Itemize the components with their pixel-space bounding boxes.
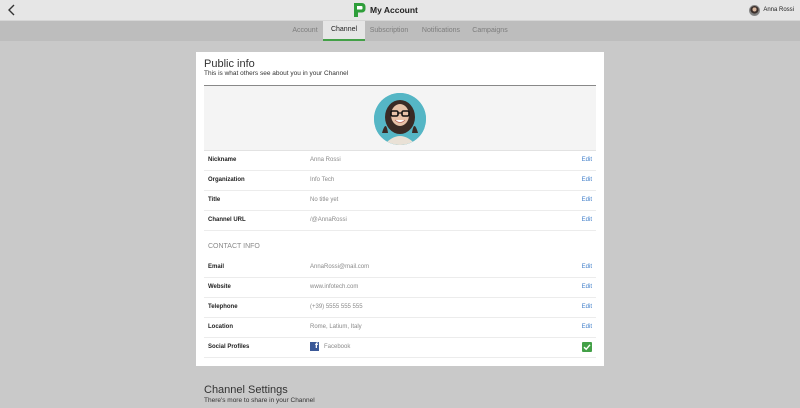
edit-nickname-link[interactable]: Edit: [582, 157, 592, 163]
field-row-social-profiles: Social Profiles f Facebook: [204, 337, 596, 358]
app-brand: My Account: [352, 2, 418, 18]
field-label: Nickname: [208, 157, 237, 163]
field-row-nickname: Nickname Anna Rossi Edit: [204, 150, 596, 171]
tab-bar: Account Channel Subscription Notificatio…: [0, 21, 800, 41]
field-value: Anna Rossi: [310, 157, 341, 163]
edit-telephone-link[interactable]: Edit: [582, 304, 592, 310]
field-row-location: Location Rome, Latium, Italy Edit: [204, 317, 596, 338]
field-row-website: Website www.infotech.com Edit: [204, 277, 596, 298]
edit-location-link[interactable]: Edit: [582, 324, 592, 330]
social-profile-facebook[interactable]: f Facebook: [310, 342, 350, 351]
field-value: Info Tech: [310, 177, 335, 183]
field-value: Rome, Latium, Italy: [310, 324, 362, 330]
field-label: Channel URL: [208, 217, 246, 223]
tab-subscription[interactable]: Subscription: [366, 21, 412, 41]
profile-photo-area: [204, 86, 596, 151]
page-title: My Account: [370, 5, 418, 15]
avatar: [749, 4, 761, 16]
tab-account[interactable]: Account: [286, 21, 324, 41]
user-name: Anna Rossi: [763, 7, 794, 13]
edit-channel-url-link[interactable]: Edit: [582, 217, 592, 223]
field-row-channel-url: Channel URL /@AnnaRossi Edit: [204, 210, 596, 231]
edit-organization-link[interactable]: Edit: [582, 177, 592, 183]
social-enabled-checkbox[interactable]: [582, 342, 592, 352]
facebook-icon: f: [310, 342, 319, 351]
field-label: Telephone: [208, 304, 238, 310]
public-info-card: Public info This is what others see abou…: [196, 52, 604, 366]
section-subtitle: This is what others see about you in you…: [204, 70, 349, 77]
edit-email-link[interactable]: Edit: [582, 264, 592, 270]
field-label: Organization: [208, 177, 245, 183]
field-row-title: Title No title yet Edit: [204, 190, 596, 211]
checkmark-icon: [583, 344, 591, 351]
edit-website-link[interactable]: Edit: [582, 284, 592, 290]
field-value: No title yet: [310, 197, 339, 203]
field-row-telephone: Telephone (+39) 5555 555 555 Edit: [204, 297, 596, 318]
profile-photo[interactable]: [374, 93, 426, 145]
tab-campaigns[interactable]: Campaigns: [470, 21, 510, 41]
tab-channel[interactable]: Channel: [323, 21, 365, 41]
tab-notifications[interactable]: Notifications: [418, 21, 464, 41]
field-value: AnnaRossi@mail.com: [310, 264, 370, 270]
back-button[interactable]: [4, 1, 18, 19]
channel-settings-subtitle: There's more to share in your Channel: [204, 397, 315, 404]
app-logo-icon: [354, 3, 366, 17]
field-label: Social Profiles: [208, 344, 250, 350]
field-label: Title: [208, 197, 221, 203]
edit-title-link[interactable]: Edit: [582, 197, 592, 203]
top-bar: My Account Anna Rossi: [0, 0, 800, 21]
field-value: (+39) 5555 555 555: [310, 304, 363, 310]
contact-info-heading: CONTACT INFO: [208, 243, 260, 250]
field-label: Location: [208, 324, 233, 330]
section-title: Public info: [204, 58, 255, 70]
profile-photo-image: [374, 93, 426, 145]
field-row-organization: Organization Info Tech Edit: [204, 170, 596, 191]
chevron-left-icon: [8, 4, 15, 16]
social-network-name: Facebook: [324, 343, 351, 350]
user-menu[interactable]: Anna Rossi: [749, 4, 794, 16]
channel-settings-title: Channel Settings: [204, 384, 288, 396]
field-label: Email: [208, 264, 225, 270]
field-label: Website: [208, 284, 231, 290]
field-value: /@AnnaRossi: [310, 217, 347, 223]
field-row-email: Email AnnaRossi@mail.com Edit: [204, 257, 596, 278]
field-value: www.infotech.com: [310, 284, 359, 290]
